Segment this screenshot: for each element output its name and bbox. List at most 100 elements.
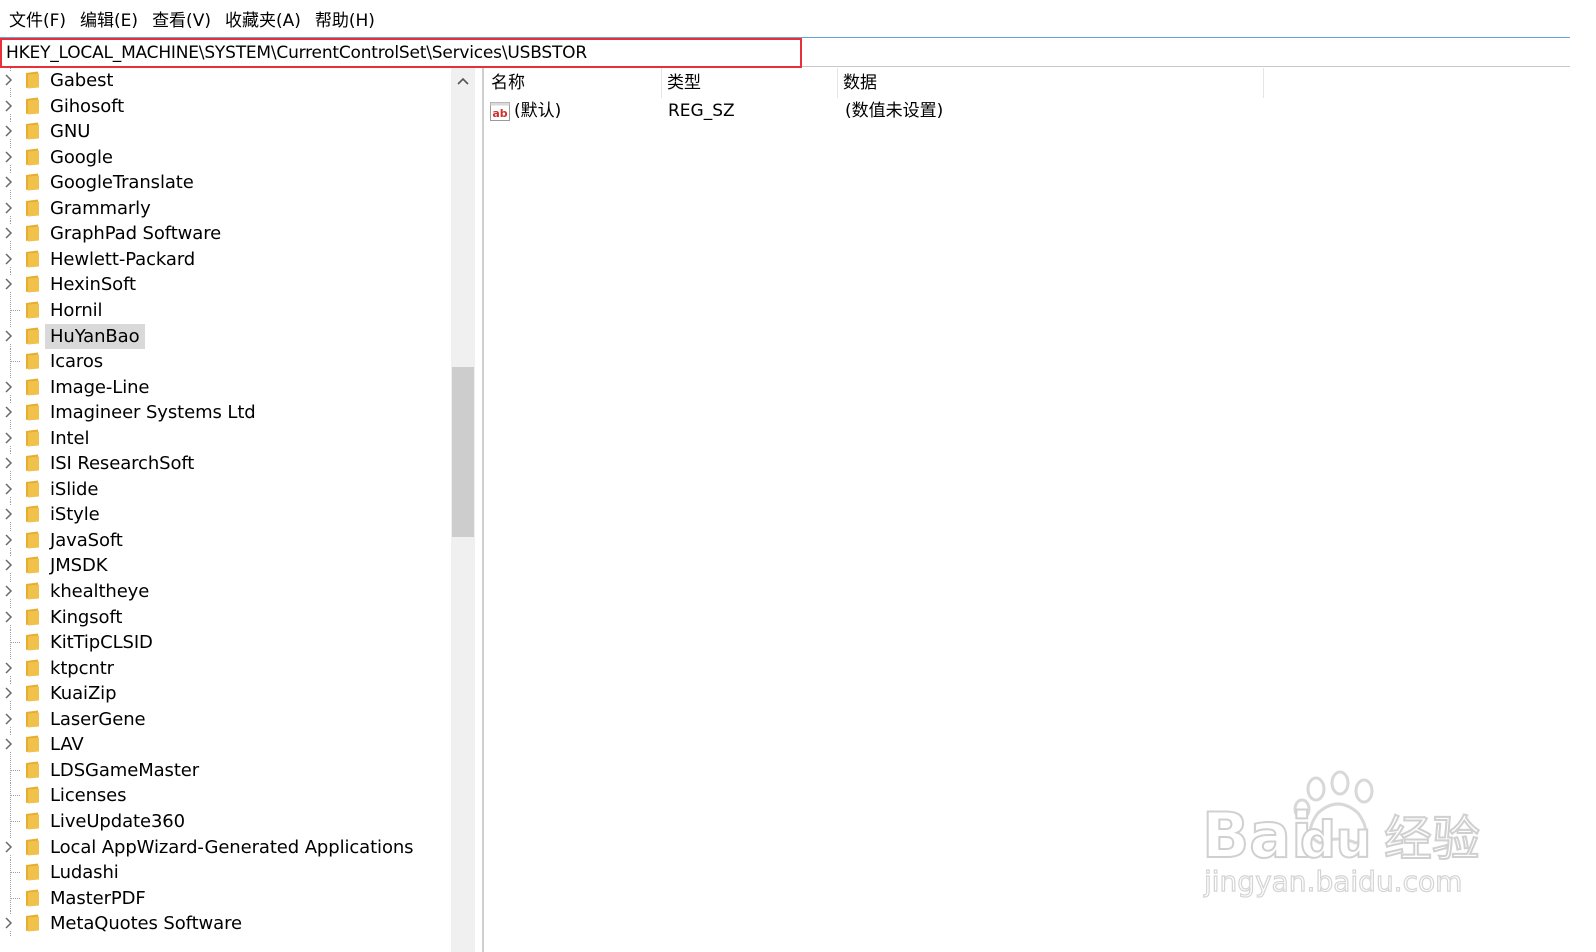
tree-item[interactable]: Kingsoft	[0, 604, 450, 630]
tree-item[interactable]: Hewlett-Packard	[0, 246, 450, 272]
tree-item-label: Intel	[50, 427, 90, 449]
chevron-right-icon[interactable]	[3, 738, 15, 750]
tree-item[interactable]: Hornil	[0, 297, 450, 323]
chevron-right-icon[interactable]	[3, 329, 15, 342]
chevron-right-icon[interactable]	[3, 559, 15, 571]
chevron-right-icon[interactable]	[3, 176, 15, 188]
folder-icon	[26, 403, 39, 421]
tree-item[interactable]: Licenses	[0, 783, 450, 809]
scroll-up-button[interactable]	[451, 68, 475, 94]
chevron-right-icon[interactable]	[3, 483, 15, 495]
tree-item[interactable]: KuaiZip	[0, 681, 450, 707]
column-header-data[interactable]: 数据	[838, 68, 1264, 98]
folder-icon	[26, 914, 39, 932]
chevron-right-icon[interactable]	[3, 406, 15, 418]
tree-item[interactable]: KitTipCLSID	[0, 630, 450, 656]
tree-item[interactable]: Imagineer Systems Ltd	[0, 400, 450, 426]
chevron-right-icon[interactable]	[3, 713, 15, 725]
tree-item[interactable]: LiveUpdate360	[0, 808, 450, 834]
tree-item-label: JavaSoft	[50, 529, 123, 551]
tree-item[interactable]: JMSDK	[0, 553, 450, 579]
tree-item[interactable]: HuYanBao	[0, 323, 450, 349]
tree-item[interactable]: JavaSoft	[0, 527, 450, 553]
chevron-right-icon[interactable]	[3, 457, 15, 469]
tree-item-label: MetaQuotes Software	[50, 913, 242, 935]
chevron-right-icon[interactable]	[3, 611, 15, 623]
chevron-right-icon[interactable]	[3, 253, 15, 265]
tree-item-label: Gabest	[50, 70, 114, 91]
chevron-right-icon[interactable]	[3, 508, 15, 520]
tree-item-label: Google	[50, 146, 113, 168]
chevron-right-icon[interactable]	[3, 100, 15, 112]
tree-item[interactable]: GraphPad Software	[0, 221, 450, 247]
tree-item[interactable]: MasterPDF	[0, 885, 450, 911]
folder-icon	[26, 275, 39, 293]
tree-item[interactable]: khealtheye	[0, 579, 450, 604]
pane-splitter[interactable]	[482, 68, 484, 952]
chevron-right-icon[interactable]	[3, 687, 15, 699]
tree-item-label: Hornil	[50, 299, 103, 321]
chevron-right-icon[interactable]	[3, 278, 15, 290]
folder-icon	[26, 761, 39, 779]
tree-item[interactable]: Google	[0, 144, 450, 170]
menu-file[interactable]: 文件(F)	[2, 0, 73, 38]
tree-item[interactable]: Local AppWizard-Generated Applications	[0, 834, 450, 860]
menu-help[interactable]: 帮助(H)	[308, 0, 382, 38]
tree-item-label: ISI ResearchSoft	[50, 453, 195, 475]
address-path-input[interactable]	[0, 38, 802, 68]
scrollbar-thumb[interactable]	[452, 367, 474, 537]
chevron-right-icon[interactable]	[3, 840, 15, 853]
tree-item[interactable]: iSlide	[0, 476, 450, 502]
value-row[interactable]: ab (默认) REG_SZ (数值未设置)	[486, 98, 1586, 124]
tree-item[interactable]: ktpcntr	[0, 655, 450, 681]
folder-icon	[26, 812, 39, 830]
svg-text:du: du	[1300, 811, 1371, 869]
chevron-right-icon[interactable]	[3, 917, 15, 929]
tree-item-label: ktpcntr	[50, 657, 114, 679]
tree-item[interactable]: Intel	[0, 425, 450, 451]
tree-item[interactable]: GNU	[0, 119, 450, 145]
tree-item-label: iStyle	[50, 504, 100, 526]
menu-view[interactable]: 查看(V)	[145, 0, 218, 38]
svg-text:jingyan.baidu.com: jingyan.baidu.com	[1203, 865, 1462, 898]
tree-item[interactable]: MetaQuotes Software	[0, 911, 450, 937]
chevron-right-icon[interactable]	[3, 74, 15, 86]
tree-scrollbar[interactable]	[451, 68, 475, 952]
tree-item-label: JMSDK	[50, 555, 108, 577]
menu-edit[interactable]: 编辑(E)	[73, 0, 145, 38]
chevron-right-icon[interactable]	[3, 585, 15, 597]
tree-item[interactable]: Grammarly	[0, 195, 450, 221]
tree-item[interactable]: Gabest	[0, 68, 450, 93]
chevron-right-icon[interactable]	[3, 381, 15, 393]
tree-item[interactable]: Ludashi	[0, 860, 450, 886]
tree-item[interactable]: GoogleTranslate	[0, 170, 450, 196]
folder-icon	[26, 352, 39, 370]
tree-item-label: LDSGameMaster	[50, 759, 200, 781]
svg-text:ab: ab	[492, 107, 507, 120]
tree-item-label: LiveUpdate360	[50, 810, 186, 832]
tree-item[interactable]: Icaros	[0, 349, 450, 375]
tree-item[interactable]: HexinSoft	[0, 272, 450, 298]
menu-favorites[interactable]: 收藏夹(A)	[218, 0, 308, 38]
chevron-right-icon[interactable]	[3, 227, 15, 239]
tree-connector-branch	[11, 309, 20, 312]
chevron-right-icon[interactable]	[3, 125, 15, 137]
chevron-right-icon[interactable]	[3, 432, 15, 444]
tree-item[interactable]: Gihosoft	[0, 93, 450, 119]
tree-item[interactable]: LDSGameMaster	[0, 757, 450, 783]
column-header-name[interactable]: 名称	[486, 68, 662, 98]
tree-item[interactable]: Image-Line	[0, 374, 450, 400]
string-value-icon: ab	[490, 102, 510, 121]
tree-item[interactable]: iStyle	[0, 502, 450, 528]
folder-icon	[26, 173, 39, 191]
tree-item-label: Local AppWizard-Generated Applications	[50, 836, 414, 858]
chevron-right-icon[interactable]	[3, 534, 15, 546]
tree-item[interactable]: ISI ResearchSoft	[0, 451, 450, 477]
tree-item-label: Imagineer Systems Ltd	[50, 402, 256, 424]
chevron-right-icon[interactable]	[3, 151, 15, 163]
chevron-right-icon[interactable]	[3, 202, 15, 214]
tree-item[interactable]: LaserGene	[0, 706, 450, 732]
column-header-type[interactable]: 类型	[662, 68, 838, 98]
tree-item[interactable]: LAV	[0, 732, 450, 758]
chevron-right-icon[interactable]	[3, 662, 15, 674]
